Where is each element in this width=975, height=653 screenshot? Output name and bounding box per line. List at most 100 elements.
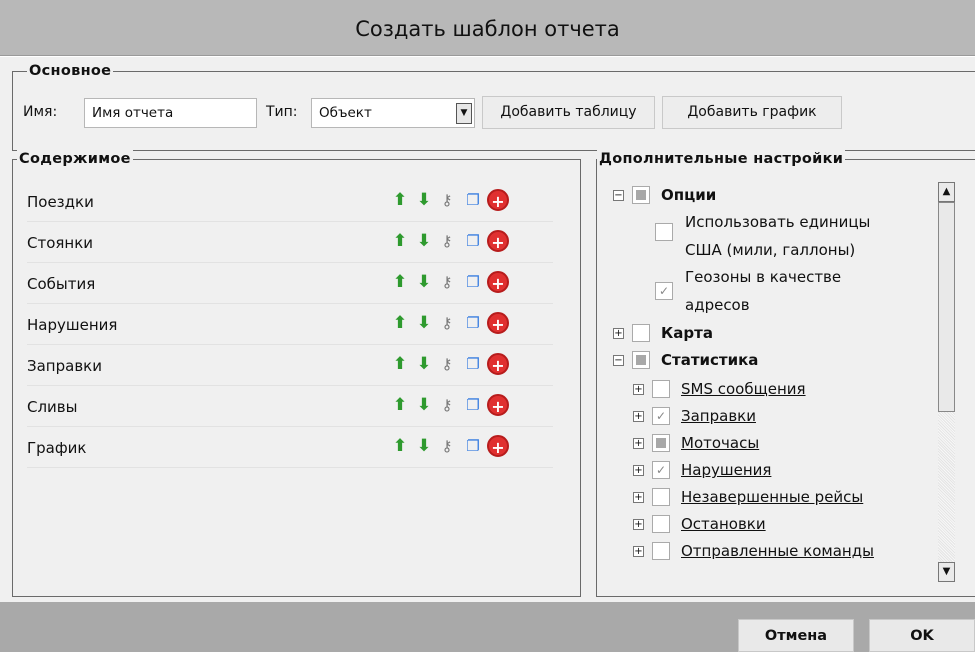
- checkbox-stat-item[interactable]: [652, 488, 670, 506]
- move-down-icon[interactable]: ⬇: [414, 395, 434, 415]
- delete-icon[interactable]: +: [487, 435, 509, 457]
- stat-item-label[interactable]: Моточасы: [681, 432, 759, 454]
- content-row[interactable]: Заправки ⬆ ⬇ ⚷ ❐ +: [27, 346, 553, 386]
- copy-icon[interactable]: ❐: [463, 395, 483, 415]
- tree-node-stat-item[interactable]: + ✓ Заправки: [633, 405, 933, 427]
- checkbox-us-units[interactable]: [655, 223, 673, 241]
- tree-node-map[interactable]: + Карта: [613, 322, 813, 344]
- tree-scrollbar[interactable]: ▲ ▼: [938, 182, 955, 582]
- move-up-icon[interactable]: ⬆: [390, 272, 410, 292]
- collapse-icon[interactable]: −: [613, 355, 624, 366]
- content-row[interactable]: Поездки ⬆ ⬇ ⚷ ❐ +: [27, 182, 553, 222]
- checkbox-map[interactable]: [632, 324, 650, 342]
- delete-icon[interactable]: +: [487, 394, 509, 416]
- expand-icon[interactable]: +: [633, 411, 644, 422]
- move-up-icon[interactable]: ⬆: [390, 190, 410, 210]
- settings-key-icon[interactable]: ⚷: [437, 313, 457, 333]
- move-down-icon[interactable]: ⬇: [414, 313, 434, 333]
- checkbox-stat-item[interactable]: ✓: [652, 461, 670, 479]
- checkbox-stat-item[interactable]: [652, 434, 670, 452]
- tree-node-stat-item[interactable]: + Отправленные команды: [633, 540, 933, 562]
- checkbox-stats[interactable]: [632, 351, 650, 369]
- move-up-icon[interactable]: ⬆: [390, 354, 410, 374]
- add-table-button[interactable]: Добавить таблицу: [482, 96, 655, 129]
- copy-icon[interactable]: ❐: [463, 436, 483, 456]
- content-legend: Содержимое: [17, 150, 133, 168]
- tree-node-stat-item[interactable]: + Остановки: [633, 513, 933, 535]
- content-row-label: Стоянки: [27, 234, 94, 252]
- extra-legend: Дополнительные настройки: [597, 150, 846, 168]
- chevron-down-icon[interactable]: ▼: [456, 103, 472, 124]
- scroll-down-icon[interactable]: ▼: [938, 562, 955, 582]
- checkbox-stat-item[interactable]: [652, 542, 670, 560]
- move-up-icon[interactable]: ⬆: [390, 395, 410, 415]
- add-chart-button[interactable]: Добавить график: [662, 96, 842, 129]
- content-row[interactable]: События ⬆ ⬇ ⚷ ❐ +: [27, 264, 553, 304]
- expand-icon[interactable]: +: [633, 384, 644, 395]
- tree-node-stat-item[interactable]: + ✓ Нарушения: [633, 459, 933, 481]
- tree-node-geozones[interactable]: ✓ Геозоны в качестве адресов: [655, 264, 937, 320]
- settings-key-icon[interactable]: ⚷: [437, 354, 457, 374]
- ok-button[interactable]: OK: [869, 619, 975, 652]
- expand-icon[interactable]: +: [633, 519, 644, 530]
- stat-item-label[interactable]: Нарушения: [681, 459, 771, 481]
- move-up-icon[interactable]: ⬆: [390, 313, 410, 333]
- stat-item-label[interactable]: Незавершенные рейсы: [681, 486, 863, 508]
- scroll-thumb[interactable]: [938, 202, 955, 412]
- delete-icon[interactable]: +: [487, 230, 509, 252]
- delete-icon[interactable]: +: [487, 271, 509, 293]
- content-row[interactable]: Нарушения ⬆ ⬇ ⚷ ❐ +: [27, 305, 553, 345]
- stat-item-label[interactable]: Заправки: [681, 405, 756, 427]
- checkbox-stat-item[interactable]: ✓: [652, 407, 670, 425]
- move-up-icon[interactable]: ⬆: [390, 231, 410, 251]
- collapse-icon[interactable]: −: [613, 190, 624, 201]
- stat-item-label[interactable]: Отправленные команды: [681, 540, 874, 562]
- settings-tree: − Опции Использовать единицы США (мили, …: [607, 182, 937, 580]
- settings-key-icon[interactable]: ⚷: [437, 395, 457, 415]
- stat-item-label[interactable]: SMS сообщения: [681, 378, 806, 400]
- settings-key-icon[interactable]: ⚷: [437, 231, 457, 251]
- settings-key-icon[interactable]: ⚷: [437, 436, 457, 456]
- move-down-icon[interactable]: ⬇: [414, 436, 434, 456]
- settings-key-icon[interactable]: ⚷: [437, 272, 457, 292]
- type-select[interactable]: Объект ▼: [311, 98, 475, 128]
- move-down-icon[interactable]: ⬇: [414, 190, 434, 210]
- move-down-icon[interactable]: ⬇: [414, 272, 434, 292]
- copy-icon[interactable]: ❐: [463, 272, 483, 292]
- cancel-button[interactable]: Отмена: [738, 619, 854, 652]
- content-row[interactable]: Сливы ⬆ ⬇ ⚷ ❐ +: [27, 387, 553, 427]
- checkbox-options[interactable]: [632, 186, 650, 204]
- content-row[interactable]: Стоянки ⬆ ⬇ ⚷ ❐ +: [27, 223, 553, 263]
- copy-icon[interactable]: ❐: [463, 354, 483, 374]
- expand-icon[interactable]: +: [633, 465, 644, 476]
- copy-icon[interactable]: ❐: [463, 313, 483, 333]
- delete-icon[interactable]: +: [487, 353, 509, 375]
- move-down-icon[interactable]: ⬇: [414, 354, 434, 374]
- expand-icon[interactable]: +: [633, 438, 644, 449]
- checkbox-geozones[interactable]: ✓: [655, 282, 673, 300]
- expand-icon[interactable]: +: [613, 328, 624, 339]
- checkbox-stat-item[interactable]: [652, 515, 670, 533]
- tree-node-stats[interactable]: − Статистика: [613, 349, 813, 371]
- scroll-up-icon[interactable]: ▲: [938, 182, 955, 202]
- tree-node-stat-item[interactable]: + Незавершенные рейсы: [633, 486, 933, 508]
- stat-item-label[interactable]: Остановки: [681, 513, 766, 535]
- tree-node-us-units[interactable]: Использовать единицы США (мили, галлоны): [655, 209, 937, 265]
- move-up-icon[interactable]: ⬆: [390, 436, 410, 456]
- content-row[interactable]: График ⬆ ⬇ ⚷ ❐ +: [27, 428, 553, 468]
- settings-key-icon[interactable]: ⚷: [437, 190, 457, 210]
- tree-node-options[interactable]: − Опции: [613, 184, 813, 206]
- delete-icon[interactable]: +: [487, 312, 509, 334]
- move-down-icon[interactable]: ⬇: [414, 231, 434, 251]
- dialog-footer: Отмена OK: [0, 602, 975, 652]
- tree-node-stat-item[interactable]: + SMS сообщения: [633, 378, 933, 400]
- name-label: Имя:: [23, 104, 58, 120]
- report-name-input[interactable]: Имя отчета: [84, 98, 257, 128]
- expand-icon[interactable]: +: [633, 546, 644, 557]
- checkbox-stat-item[interactable]: [652, 380, 670, 398]
- tree-node-stat-item[interactable]: + Моточасы: [633, 432, 933, 454]
- copy-icon[interactable]: ❐: [463, 190, 483, 210]
- copy-icon[interactable]: ❐: [463, 231, 483, 251]
- delete-icon[interactable]: +: [487, 189, 509, 211]
- expand-icon[interactable]: +: [633, 492, 644, 503]
